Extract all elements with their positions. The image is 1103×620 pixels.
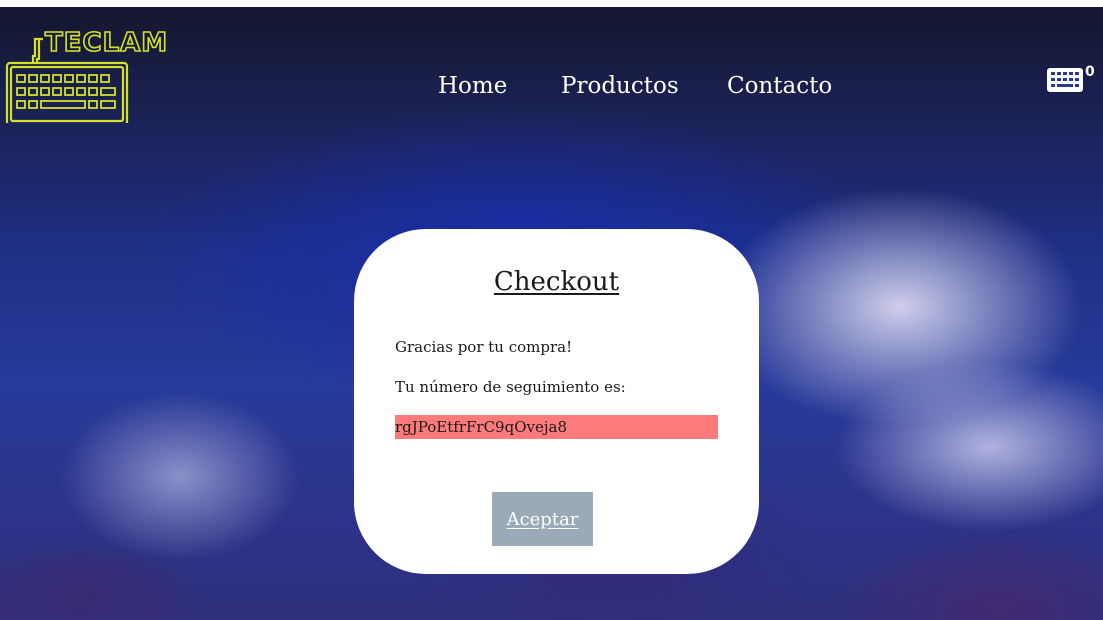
nav-contacto-link[interactable]: Contacto <box>727 71 832 101</box>
tracking-label: Tu número de seguimiento es: <box>395 378 626 396</box>
hero-background: TECLAM Home Productos Contacto 0 Checkou… <box>0 7 1103 620</box>
accept-button[interactable]: Aceptar <box>492 492 593 546</box>
keyboard-icon <box>1047 68 1083 92</box>
logo-text: TECLAM <box>45 28 168 58</box>
tracking-number-field[interactable] <box>395 415 718 439</box>
nav-productos-link[interactable]: Productos <box>561 71 679 101</box>
main-nav: Home Productos Contacto <box>0 71 1103 115</box>
top-border <box>0 0 1103 7</box>
nav-home-link[interactable]: Home <box>438 71 507 101</box>
checkout-card: Checkout Gracias por tu compra! Tu númer… <box>354 229 759 574</box>
thanks-message: Gracias por tu compra! <box>395 338 573 356</box>
checkout-title: Checkout <box>493 267 620 297</box>
cart-button[interactable]: 0 <box>1046 64 1096 99</box>
cart-count-badge: 0 <box>1085 64 1095 80</box>
